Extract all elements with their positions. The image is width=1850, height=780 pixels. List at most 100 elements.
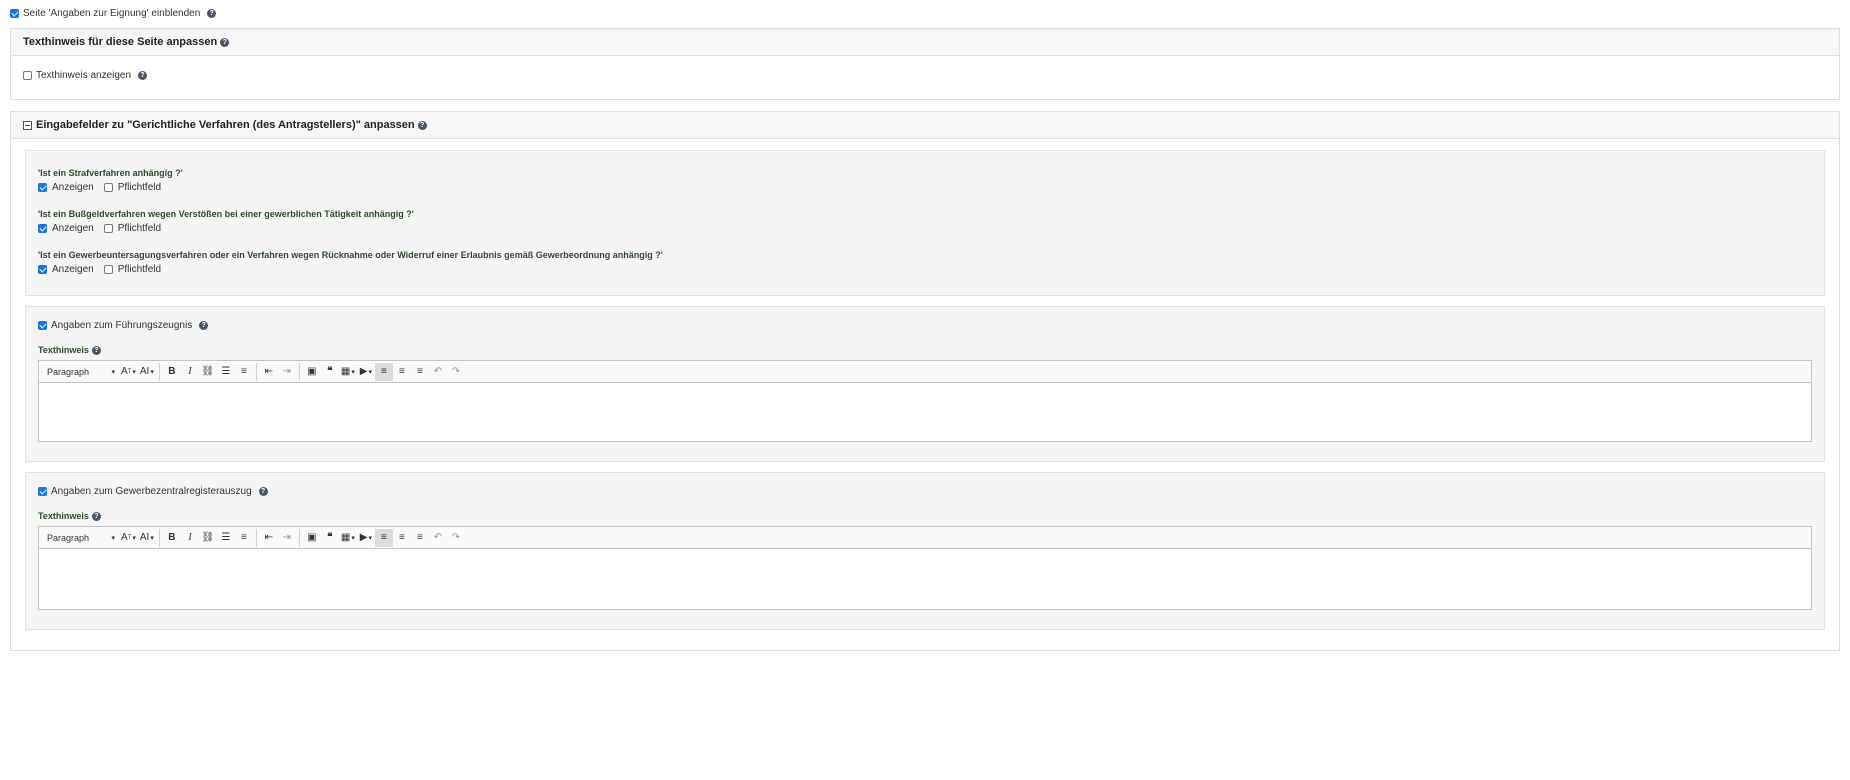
hint-panel-header: Texthinweis für diese Seite anpassen ? [11, 29, 1839, 56]
required-checkbox[interactable] [103, 265, 113, 274]
help-icon[interactable]: ? [258, 487, 268, 496]
show-label: Anzeigen [52, 223, 94, 234]
help-icon[interactable]: ? [91, 345, 101, 355]
align-center-icon[interactable]: ≡ [411, 363, 429, 381]
fields-panel: Eingabefelder zu "Gerichtliche Verfahren… [10, 111, 1840, 651]
question-options: Anzeigen Pflichtfeld [38, 223, 161, 234]
hint-panel: Texthinweis für diese Seite anpassen ? T… [10, 28, 1840, 100]
section-checkbox-label: Angaben zum Führungszeugnis [51, 320, 193, 331]
show-page-checkbox-row[interactable]: Seite 'Angaben zur Eignung' einblenden ? [10, 8, 217, 19]
help-icon[interactable]: ? [207, 9, 217, 18]
question-options: Anzeigen Pflichtfeld [38, 182, 161, 193]
align-right-icon[interactable]: ≡ [393, 529, 411, 547]
bold-icon[interactable]: B [163, 363, 181, 381]
section-checkbox[interactable] [38, 487, 47, 496]
image-icon[interactable]: ▣ [303, 363, 321, 381]
align-left-icon[interactable]: ≡ [374, 528, 393, 547]
required-checkbox[interactable] [103, 183, 113, 192]
quote-icon[interactable]: ❝ [321, 363, 339, 381]
show-page-checkbox[interactable] [10, 9, 19, 18]
numbered-list-icon[interactable]: ≡ [235, 529, 253, 547]
editor-toolbar: Paragraph ▾ A T ▾ AI ▾ B I ⛓ ☰ ≡ ⇤ ⇥ ▣ ❝ ▦ ▾ … [39, 527, 1811, 549]
chevron-down-icon: ▾ [111, 368, 115, 376]
media-icon[interactable]: ▶ ▾ [357, 363, 375, 381]
field-label: Texthinweis ? [38, 345, 101, 355]
question-label: 'Ist ein Bußgeldverfahren wegen Verstöße… [38, 209, 414, 219]
show-checkbox[interactable] [38, 224, 47, 233]
align-left-icon[interactable]: ≡ [374, 362, 393, 381]
font-family-button[interactable]: AI ▾ [138, 363, 156, 381]
italic-icon[interactable]: I [181, 363, 199, 381]
required-label: Pflichtfeld [117, 223, 162, 234]
section-checkbox-row[interactable]: Angaben zum Führungszeugnis ? [38, 320, 209, 331]
field-label-text: Texthinweis [38, 345, 89, 355]
editor-content[interactable] [39, 549, 1811, 609]
fields-panel-header[interactable]: Eingabefelder zu "Gerichtliche Verfahren… [11, 112, 1839, 139]
link-icon[interactable]: ⛓ [199, 363, 217, 381]
paragraph-dropdown-label: Paragraph [47, 366, 90, 377]
numbered-list-icon[interactable]: ≡ [235, 363, 253, 381]
hint-panel-title: Texthinweis für diese Seite anpassen [23, 36, 218, 48]
help-icon[interactable]: ? [417, 120, 427, 130]
help-icon[interactable]: ? [220, 37, 230, 47]
show-checkbox[interactable] [38, 265, 47, 274]
outdent-icon[interactable]: ⇤ [260, 529, 278, 547]
required-label: Pflichtfeld [117, 264, 162, 275]
rich-text-editor[interactable]: Paragraph ▾ A T ▾ AI ▾ B I ⛓ ☰ ≡ ⇤ ⇥ ▣ ❝ ▦ ▾ … [38, 526, 1812, 610]
collapse-icon[interactable] [23, 120, 32, 130]
rich-text-editor[interactable]: Paragraph ▾ A T ▾ AI ▾ B I ⛓ ☰ ≡ ⇤ ⇥ ▣ ❝ ▦ ▾ … [38, 360, 1812, 442]
show-hint-row[interactable]: Texthinweis anzeigen ? [23, 70, 148, 81]
questions-well: 'Ist ein Strafverfahren anhängig ?' Anze… [25, 150, 1825, 296]
indent-icon[interactable]: ⇥ [278, 363, 296, 381]
font-size-button[interactable]: A T ▾ [119, 363, 138, 381]
required-checkbox[interactable] [103, 224, 113, 233]
field-label-text: Texthinweis [38, 511, 89, 521]
quote-icon[interactable]: ❝ [321, 529, 339, 547]
paragraph-dropdown[interactable]: Paragraph ▾ [43, 363, 119, 381]
bold-icon[interactable]: B [163, 529, 181, 547]
undo-icon[interactable]: ↶ [429, 363, 447, 381]
outdent-icon[interactable]: ⇤ [260, 363, 278, 381]
image-icon[interactable]: ▣ [303, 529, 321, 547]
table-icon[interactable]: ▦ ▾ [339, 363, 357, 381]
question-options: Anzeigen Pflichtfeld [38, 264, 161, 275]
font-family-button[interactable]: AI ▾ [138, 529, 156, 547]
help-icon[interactable]: ? [138, 71, 148, 80]
paragraph-dropdown[interactable]: Paragraph ▾ [43, 529, 119, 547]
redo-icon[interactable]: ↷ [447, 363, 465, 381]
section-fuehrungszeugnis: Angaben zum Führungszeugnis ? Texthinwei… [25, 306, 1825, 462]
required-label: Pflichtfeld [117, 182, 162, 193]
chevron-down-icon: ▾ [111, 534, 115, 542]
link-icon[interactable]: ⛓ [199, 529, 217, 547]
show-hint-checkbox[interactable] [23, 71, 32, 80]
question-label: 'Ist ein Gewerbeuntersagungsverfahren od… [38, 250, 663, 260]
section-checkbox-label: Angaben zum Gewerbezentralregisterauszug [51, 486, 252, 497]
editor-toolbar: Paragraph ▾ A T ▾ AI ▾ B I ⛓ ☰ ≡ ⇤ ⇥ ▣ ❝ ▦ ▾ … [39, 361, 1811, 383]
help-icon[interactable]: ? [199, 321, 209, 330]
media-icon[interactable]: ▶ ▾ [357, 529, 375, 547]
table-icon[interactable]: ▦ ▾ [339, 529, 357, 547]
font-size-button[interactable]: A T ▾ [119, 529, 138, 547]
help-icon[interactable]: ? [91, 511, 101, 521]
question-label: 'Ist ein Strafverfahren anhängig ?' [38, 168, 183, 178]
section-gewerbezentralregister: Angaben zum Gewerbezentralregisterauszug… [25, 472, 1825, 630]
show-label: Anzeigen [52, 182, 94, 193]
indent-icon[interactable]: ⇥ [278, 529, 296, 547]
redo-icon[interactable]: ↷ [447, 529, 465, 547]
align-right-icon[interactable]: ≡ [393, 363, 411, 381]
bulleted-list-icon[interactable]: ☰ [217, 363, 235, 381]
italic-icon[interactable]: I [181, 529, 199, 547]
section-checkbox-row[interactable]: Angaben zum Gewerbezentralregisterauszug… [38, 486, 268, 497]
editor-content[interactable] [39, 383, 1811, 441]
show-checkbox[interactable] [38, 183, 47, 192]
undo-icon[interactable]: ↶ [429, 529, 447, 547]
field-label: Texthinweis ? [38, 511, 101, 521]
show-label: Anzeigen [52, 264, 94, 275]
align-center-icon[interactable]: ≡ [411, 529, 429, 547]
bulleted-list-icon[interactable]: ☰ [217, 529, 235, 547]
fields-panel-title: Eingabefelder zu "Gerichtliche Verfahren… [36, 119, 415, 131]
show-hint-label: Texthinweis anzeigen [36, 70, 132, 81]
show-page-label: Seite 'Angaben zur Eignung' einblenden [23, 8, 201, 19]
paragraph-dropdown-label: Paragraph [47, 532, 90, 543]
section-checkbox[interactable] [38, 321, 47, 330]
